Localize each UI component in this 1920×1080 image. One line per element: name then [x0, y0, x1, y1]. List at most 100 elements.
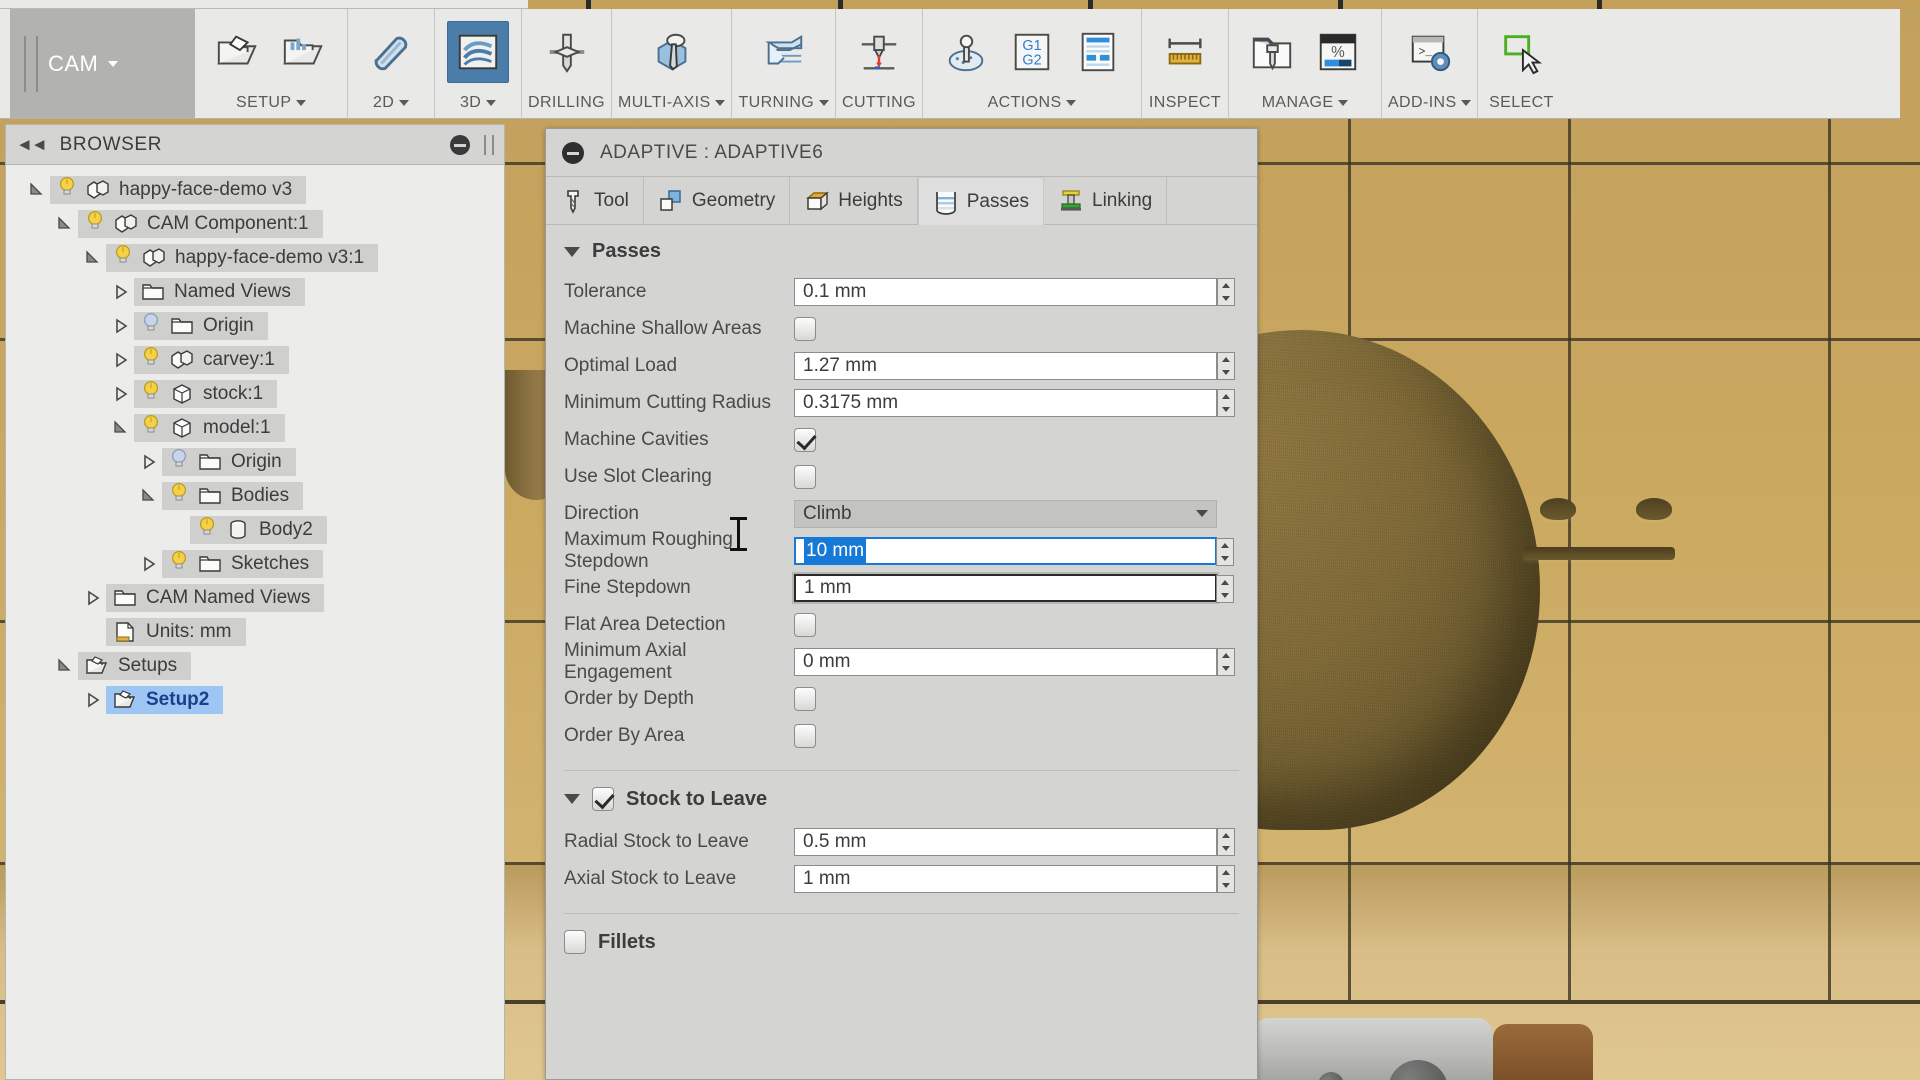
ribbon-group-label[interactable]: MANAGE — [1235, 94, 1375, 119]
twisty-expanded-icon[interactable] — [136, 488, 162, 504]
ribbon-group-label[interactable]: DRILLING — [528, 94, 605, 119]
ribbon-group-label[interactable]: 2D — [354, 94, 428, 119]
tree-node-bodies[interactable]: Bodies — [6, 479, 504, 513]
tree-node-stock-1[interactable]: stock:1 — [6, 377, 504, 411]
spinner-up-button[interactable] — [1218, 829, 1234, 842]
tree-node-origin[interactable]: Origin — [6, 445, 504, 479]
spinner-down-button[interactable] — [1218, 879, 1234, 892]
simulate-icon[interactable] — [935, 21, 997, 83]
light-bulb-off-icon[interactable] — [141, 312, 161, 340]
tree-node-pill[interactable]: Origin — [134, 312, 268, 340]
input-minimum-cutting-radius[interactable]: 0.3175 mm — [794, 389, 1217, 417]
tree-node-pill[interactable]: stock:1 — [134, 380, 277, 408]
new-folder-icon[interactable] — [273, 21, 335, 83]
tree-node-pill[interactable]: happy-face-demo v3 — [50, 176, 306, 204]
multi-axis-icon[interactable] — [641, 21, 703, 83]
twisty-expanded-icon[interactable] — [24, 182, 50, 198]
spinner-buttons[interactable] — [1217, 352, 1235, 380]
spinner-up-button[interactable] — [1218, 390, 1234, 403]
input-maximum-roughing-stepdown[interactable]: 10 mm — [794, 537, 1217, 565]
checkbox-order-by-depth[interactable] — [794, 687, 816, 711]
input-minimum-axial-engagement[interactable]: 0 mm — [794, 648, 1217, 676]
tree-node-body2[interactable]: Body2 — [6, 513, 504, 547]
ribbon-group-label[interactable]: ACTIONS — [929, 94, 1135, 119]
spinner-buttons[interactable] — [1217, 828, 1235, 856]
post-process-icon[interactable]: G1G2 — [1001, 21, 1063, 83]
tree-node-model-1[interactable]: model:1 — [6, 411, 504, 445]
tree-node-pill[interactable]: Bodies — [162, 482, 303, 510]
minus-circle-icon[interactable] — [450, 135, 470, 155]
ribbon-group-label[interactable]: SETUP — [201, 94, 341, 119]
tree-node-carvey-1[interactable]: carvey:1 — [6, 343, 504, 377]
tree-node-pill[interactable]: model:1 — [134, 414, 285, 442]
spinner-down-button[interactable] — [1217, 552, 1233, 565]
tab-heights[interactable]: Heights — [790, 177, 917, 224]
spinner-buttons[interactable] — [1217, 865, 1235, 893]
tab-tool[interactable]: Tool — [546, 177, 644, 224]
twisty-collapsed-icon[interactable] — [108, 386, 134, 402]
light-bulb-on-icon[interactable] — [169, 550, 189, 578]
fillets-checkbox[interactable] — [564, 930, 586, 954]
fillets-header[interactable]: Fillets — [546, 914, 1257, 966]
dropdown-direction[interactable]: Climb — [794, 500, 1217, 528]
twisty-collapsed-icon[interactable] — [108, 352, 134, 368]
twisty-expanded-icon[interactable] — [108, 420, 134, 436]
fixture-plate[interactable] — [1253, 1018, 1493, 1080]
spinner-up-button[interactable] — [1218, 866, 1234, 879]
feed-optimization-icon[interactable]: % — [1307, 21, 1369, 83]
tree-node-setups[interactable]: Setups — [6, 649, 504, 683]
tree-node-happy-face-demo-v3[interactable]: happy-face-demo v3 — [6, 173, 504, 207]
light-bulb-on-icon[interactable] — [141, 346, 161, 374]
tree-node-pill[interactable]: Body2 — [190, 516, 327, 544]
passes-section-header[interactable]: Passes — [546, 226, 1257, 273]
input-tolerance[interactable]: 0.1 mm — [794, 278, 1217, 306]
ribbon-group-label[interactable]: INSPECT — [1148, 94, 1222, 119]
ribbon-group-label[interactable]: TURNING — [738, 94, 829, 119]
spinner-up-button[interactable] — [1217, 539, 1233, 552]
tool-library-icon[interactable] — [1241, 21, 1303, 83]
tab-linking[interactable]: Linking — [1044, 177, 1167, 224]
new-setup-icon[interactable] — [207, 21, 269, 83]
light-bulb-on-icon[interactable] — [141, 414, 161, 442]
tree-node-pill[interactable]: CAM Named Views — [106, 584, 324, 612]
setup-sheet-icon[interactable] — [1067, 21, 1129, 83]
twisty-collapsed-icon[interactable] — [80, 590, 106, 606]
stock-to-leave-checkbox[interactable] — [592, 787, 614, 811]
ribbon-group-label[interactable]: SELECT — [1484, 94, 1558, 119]
ribbon-group-label[interactable]: 3D — [441, 94, 515, 119]
tree-node-pill[interactable]: Setups — [78, 652, 191, 680]
grip-icon[interactable] — [484, 135, 494, 155]
spinner-buttons[interactable] — [1217, 648, 1235, 676]
input-axial-stock-to-leave[interactable]: 1 mm — [794, 865, 1217, 893]
spinner-up-button[interactable] — [1218, 279, 1234, 292]
twisty-collapsed-icon[interactable] — [80, 692, 106, 708]
tree-node-setup2[interactable]: Setup2 — [6, 683, 504, 717]
tree-node-pill[interactable]: Sketches — [162, 550, 323, 578]
tree-node-happy-face-demo-v3-1[interactable]: happy-face-demo v3:1 — [6, 241, 504, 275]
spinner-buttons[interactable] — [1216, 575, 1234, 603]
collapse-left-icon[interactable]: ◄◄ — [16, 135, 46, 155]
spinner-up-button[interactable] — [1218, 649, 1234, 662]
spinner-buttons[interactable] — [1217, 389, 1235, 417]
scripts-addins-icon[interactable]: >_ — [1399, 21, 1461, 83]
tree-node-cam-component-1[interactable]: CAM Component:1 — [6, 207, 504, 241]
tree-node-pill[interactable]: carvey:1 — [134, 346, 289, 374]
spinner-down-button[interactable] — [1218, 292, 1234, 305]
measure-icon[interactable] — [1154, 21, 1216, 83]
light-bulb-on-icon[interactable] — [141, 380, 161, 408]
tree-node-pill[interactable]: Named Views — [134, 278, 305, 306]
spinner-up-button[interactable] — [1218, 353, 1234, 366]
drilling-icon[interactable] — [536, 21, 598, 83]
turning-icon[interactable] — [753, 21, 815, 83]
spinner-down-button[interactable] — [1218, 403, 1234, 416]
tree-node-pill[interactable]: CAM Component:1 — [78, 210, 323, 238]
tree-node-cam-named-views[interactable]: CAM Named Views — [6, 581, 504, 615]
checkbox-order-by-area[interactable] — [794, 724, 816, 748]
fixture-wood-block[interactable] — [1493, 1024, 1593, 1080]
ribbon-group-label[interactable]: MULTI-AXIS — [618, 94, 725, 119]
tab-passes[interactable]: Passes — [918, 177, 1044, 225]
checkbox-flat-area-detection[interactable] — [794, 613, 816, 637]
tree-node-pill[interactable]: Setup2 — [106, 686, 223, 714]
toolpath-2d-icon[interactable] — [360, 21, 422, 83]
spinner-down-button[interactable] — [1218, 662, 1234, 675]
